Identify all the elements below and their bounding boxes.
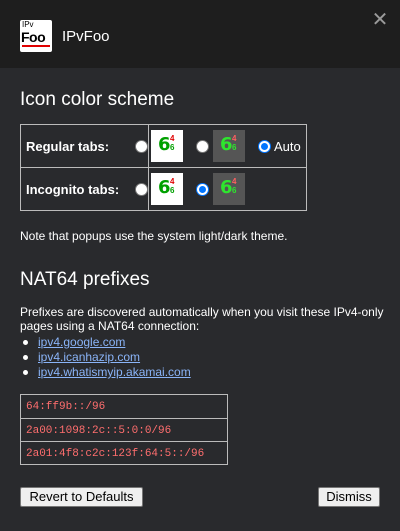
prefix-row: 64:ff9b::/96 [26,401,106,413]
incognito-tabs-label: Incognito tabs: [26,182,120,197]
nat64-prefix-table: 64:ff9b::/96 2a00:1098:2c::5:0:0/96 2a01… [20,394,228,465]
bullet-icon [23,370,28,375]
regular-dark-swatch-icon[interactable]: 6 4 6 [213,130,245,162]
icon-scheme-table: Regular tabs: 6 4 6 6 4 6 Auto Incognito… [20,124,307,211]
bullet-icon [23,340,28,345]
column-divider [148,168,149,210]
prefix-row: 2a00:1098:2c::5:0:0/96 [21,418,227,441]
regular-dark-radio[interactable] [196,140,209,153]
regular-light-radio[interactable] [135,140,148,153]
app-title: IPvFoo [62,28,110,45]
icon-color-scheme-heading: Icon color scheme [20,89,175,110]
popup-theme-note: Note that popups use the system light/da… [20,229,288,243]
link-ipv4-akamai[interactable]: ipv4.whatismyip.akamai.com [38,365,191,379]
regular-tabs-row: Regular tabs: 6 4 6 6 4 6 Auto [21,125,306,167]
incognito-light-radio[interactable] [135,183,148,196]
revert-to-defaults-button[interactable]: Revert to Defaults [20,487,143,507]
incognito-light-swatch-icon[interactable]: 6 4 6 [151,173,183,205]
title-bar: IPv Foo IPvFoo ✕ [0,0,400,68]
logo-underline [22,45,50,47]
incognito-dark-swatch-icon[interactable]: 6 4 6 [213,173,245,205]
logo-foo-text: Foo [21,29,46,45]
nat64-prefixes-heading: NAT64 prefixes [20,269,150,290]
link-ipv4-google[interactable]: ipv4.google.com [38,335,125,349]
incognito-tabs-row: Incognito tabs: 6 4 6 6 4 6 [21,167,306,210]
regular-tabs-label: Regular tabs: [26,139,110,154]
link-ipv4-icanhazip[interactable]: ipv4.icanhazip.com [38,350,140,364]
auto-label[interactable]: Auto [274,139,301,154]
nat64-link-list: ipv4.google.com ipv4.icanhazip.com ipv4.… [20,335,191,380]
column-divider [148,125,149,167]
bullet-icon [23,355,28,360]
ipvfoo-logo-icon: IPv Foo [20,20,52,52]
regular-auto-radio[interactable] [258,140,271,153]
regular-light-swatch-icon[interactable]: 6 4 6 [151,130,183,162]
prefix-row: 2a01:4f8:c2c:123f:64:5::/96 [21,441,227,464]
nat64-description: Prefixes are discovered automatically wh… [20,305,384,333]
list-item: ipv4.google.com [20,335,191,350]
close-icon[interactable]: ✕ [370,10,390,30]
list-item: ipv4.icanhazip.com [20,350,191,365]
list-item: ipv4.whatismyip.akamai.com [20,365,191,380]
logo-ipv-text: IPv [22,20,34,29]
incognito-dark-radio[interactable] [196,183,209,196]
dismiss-button[interactable]: Dismiss [318,487,380,507]
